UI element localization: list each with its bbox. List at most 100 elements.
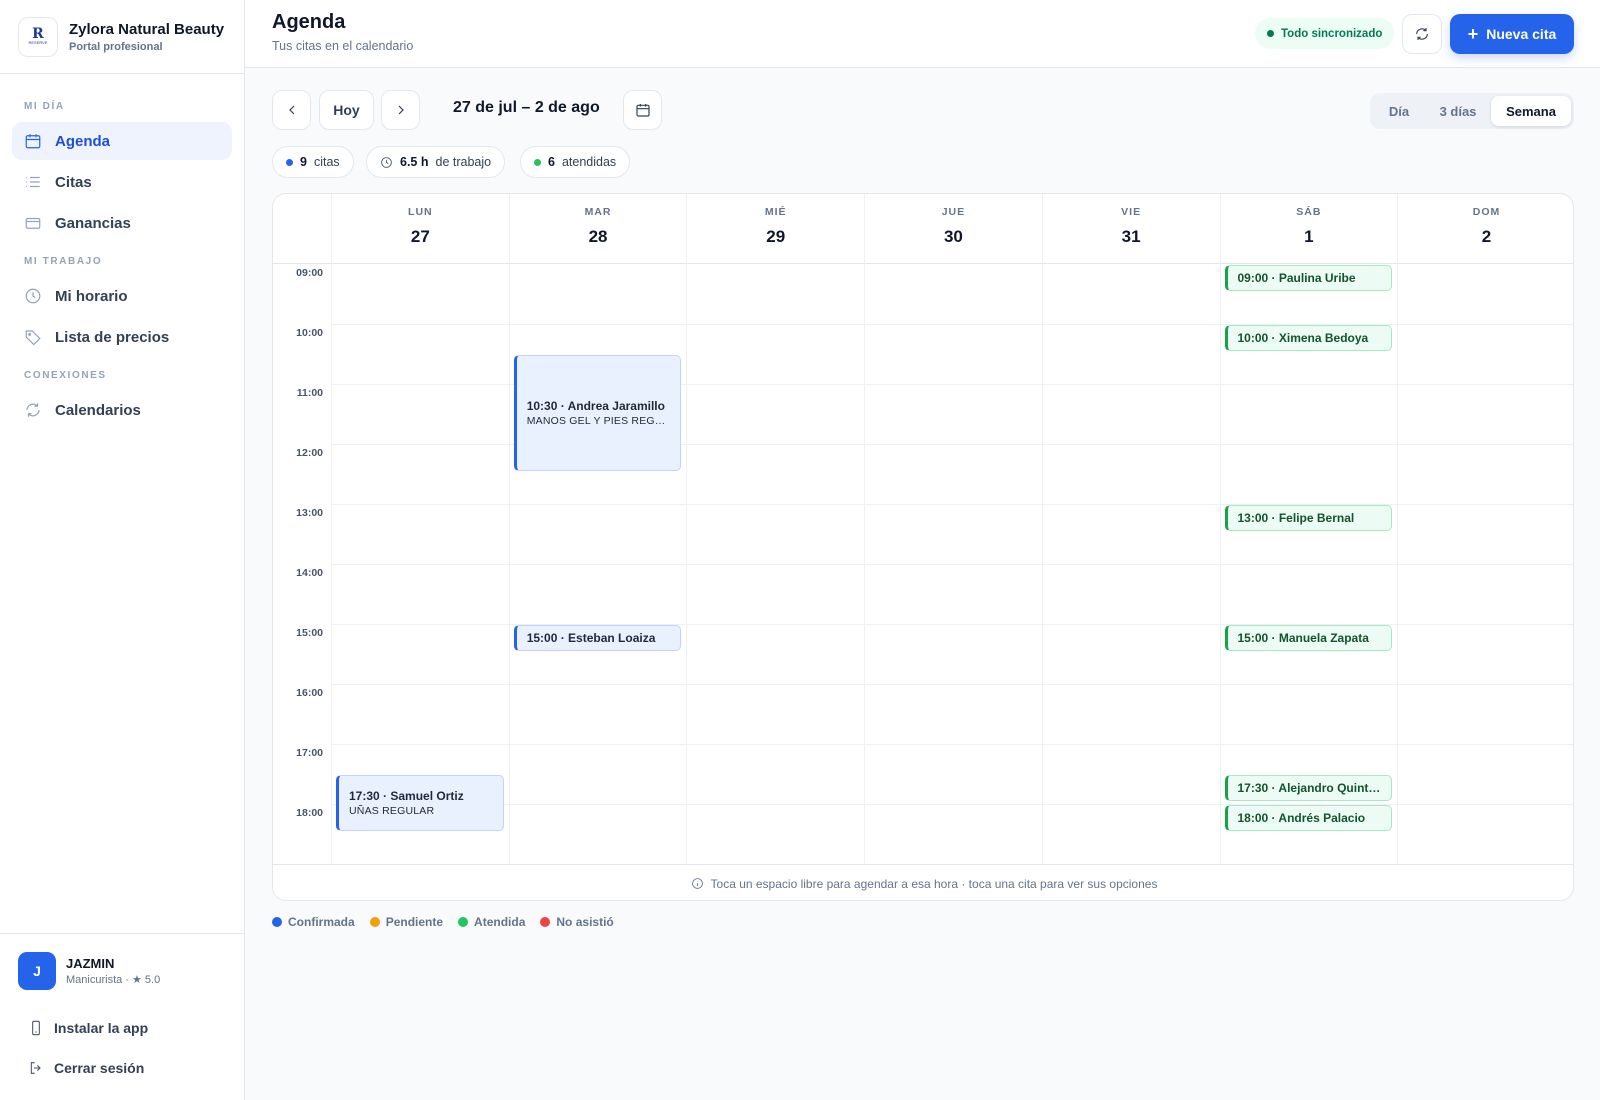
sync-icon [26, 403, 40, 417]
appointment-service: UÑAS REGULAR [349, 805, 435, 817]
new-appointment-button[interactable]: + Nueva cita [1450, 14, 1574, 54]
sidebar-item-calendarios[interactable]: Calendarios [12, 391, 232, 429]
sidebar-item-label: Ganancias [55, 214, 131, 232]
blue-dot [286, 158, 293, 166]
sidebar-item-label: Agenda [55, 132, 111, 150]
day-number: 28 [588, 227, 608, 246]
user-profile[interactable]: J JAZMIN Manicurista · ★ 5.0 [18, 952, 226, 990]
info-icon [691, 878, 703, 889]
day-header[interactable]: JUE 30 [864, 194, 1042, 264]
time-label: 18:00 [296, 807, 323, 819]
clock-icon [25, 288, 41, 304]
sync-status-badge: Todo sincronizado [1255, 18, 1395, 49]
appointment-service: MANOS GEL Y PIES REGULAR [526, 415, 671, 427]
legend-label: Atendida [474, 915, 526, 929]
legend-item: Atendida [458, 915, 525, 929]
hours-value: 6.5 h [400, 155, 429, 169]
green-dot [534, 158, 541, 166]
top-header: Agenda Tus citas en el calendario Todo s… [245, 0, 1600, 68]
day-of-week: MAR [584, 206, 612, 218]
calendar-hint: Toca un espacio libre para agendar a esa… [273, 864, 1573, 900]
hour-divider [331, 684, 1573, 685]
today-button[interactable]: Hoy [319, 90, 374, 130]
sidebar-item-mi-horario[interactable]: Mi horario [12, 277, 232, 315]
logout-link[interactable]: Cerrar sesión [18, 1048, 226, 1088]
sidebar-item-agenda[interactable]: Agenda [12, 122, 232, 160]
attended-count: 6 [548, 155, 555, 169]
brand-header: R RESERVE Zylora Natural Beauty Portal p… [0, 0, 244, 74]
legend-label: Confirmada [288, 915, 355, 929]
appointment-event[interactable]: 09:00 · Paulina Uribe [1224, 265, 1393, 291]
appointment-event[interactable]: 10:30 · Andrea Jaramillo MANOS GEL Y PIES… [513, 355, 682, 471]
day-header[interactable]: LUN 27 [331, 194, 509, 264]
date-picker-button[interactable] [623, 90, 662, 130]
appointment-title: 10:30 · Andrea Jaramillo [526, 399, 665, 413]
view-3-days[interactable]: 3 días [1425, 96, 1491, 126]
view-week[interactable]: Semana [1491, 96, 1571, 126]
appointment-title: 10:00 · Ximena Bedoya [1237, 331, 1369, 345]
day-header[interactable]: SÁB 1 [1219, 194, 1398, 264]
calendar-header: LUN 27 MAR 28 MIÉ 29 JUE 30 VIE 31 SÁB 1 DOM 2 [273, 194, 1573, 264]
appointment-event[interactable]: 15:00 · Manuela Zapata [1224, 625, 1393, 651]
sidebar-item-ganancias[interactable]: Ganancias [12, 204, 232, 242]
day-number: 30 [943, 227, 963, 246]
time-label: 13:00 [296, 507, 323, 519]
sidebar-item-label: Citas [55, 173, 92, 191]
legend-dot [272, 917, 282, 927]
sidebar-footer: J JAZMIN Manicurista · ★ 5.0 Instalar la… [0, 933, 244, 1100]
previous-week-button[interactable] [272, 90, 311, 130]
appointment-event[interactable]: 15:00 · Esteban Loaiza [513, 625, 682, 651]
appointment-event[interactable]: 17:30 · Samuel Ortiz UÑAS REGULAR [336, 775, 504, 831]
attended-label: atendidas [561, 155, 617, 169]
legend-label: No asistió [556, 915, 614, 929]
list-icon [26, 176, 40, 188]
view-day[interactable]: Día [1373, 96, 1425, 126]
calendar-hint-text: Toca un espacio libre para agendar a esa… [710, 876, 1158, 891]
appointment-title: 13:00 · Felipe Bernal [1237, 511, 1355, 525]
day-header[interactable]: MIÉ 29 [686, 194, 864, 264]
appointment-event[interactable]: 10:00 · Ximena Bedoya [1224, 325, 1393, 351]
next-week-button[interactable] [381, 90, 420, 130]
time-label: 15:00 [296, 627, 323, 639]
sidebar-item-citas[interactable]: Citas [12, 163, 232, 201]
chevron-left-icon [288, 105, 294, 115]
logo-text: RESERVE [28, 39, 48, 45]
nav-section-mi-trabajo: MI TRABAJO [24, 256, 103, 267]
stat-attended: 6 atendidas [520, 146, 631, 178]
tag-icon [25, 330, 41, 346]
date-range-label: 27 de jul – 2 de ago [453, 99, 600, 116]
legend-item: No asistió [540, 915, 614, 929]
new-appointment-label: Nueva cita [1486, 26, 1557, 42]
appointment-title: 15:00 · Manuela Zapata [1237, 631, 1369, 645]
status-dot [1267, 30, 1274, 37]
calendar-grid[interactable]: 09:00 10:00 11:00 12:00 13:00 14:00 15:00 16:00… [273, 264, 1573, 864]
day-header[interactable]: VIE 31 [1041, 194, 1220, 264]
legend-dot [458, 917, 469, 927]
stat-hours: 6.5 h de trabajo [366, 146, 506, 178]
appointment-event[interactable]: 17:30 · Alejandro Quintero [1224, 775, 1393, 801]
stat-citas: 9 citas [272, 146, 354, 178]
time-label: 16:00 [296, 687, 323, 699]
appointment-event[interactable]: 13:00 · Felipe Bernal [1224, 505, 1393, 531]
sidebar: R RESERVE Zylora Natural Beauty Portal p… [0, 0, 245, 1100]
appointment-event[interactable]: 18:00 · Andrés Palacio [1224, 805, 1393, 831]
plus-icon: + [1467, 24, 1479, 44]
appointment-title: 18:00 · Andrés Palacio [1237, 811, 1366, 825]
install-app-link[interactable]: Instalar la app [18, 1008, 226, 1048]
time-label: 11:00 [296, 387, 323, 399]
nav-section-mi-dia: MI DÍA [24, 101, 65, 112]
citas-count: 9 [300, 155, 307, 169]
appointment-title: 17:30 · Samuel Ortiz [349, 789, 464, 803]
avatar: J [18, 952, 56, 990]
refresh-button[interactable] [1402, 14, 1442, 54]
calendar-icon [25, 134, 41, 149]
sidebar-item-label: Lista de precios [55, 328, 170, 346]
legend-dot [540, 917, 551, 927]
hours-label: de trabajo [435, 155, 492, 169]
calendar-icon [635, 104, 650, 117]
day-of-week: SÁB [1296, 206, 1322, 218]
logo-letter: R [32, 25, 44, 42]
day-header[interactable]: DOM 2 [1397, 194, 1573, 264]
sidebar-item-lista-de-precios[interactable]: Lista de precios [12, 318, 232, 356]
day-header[interactable]: MAR 28 [508, 194, 687, 264]
